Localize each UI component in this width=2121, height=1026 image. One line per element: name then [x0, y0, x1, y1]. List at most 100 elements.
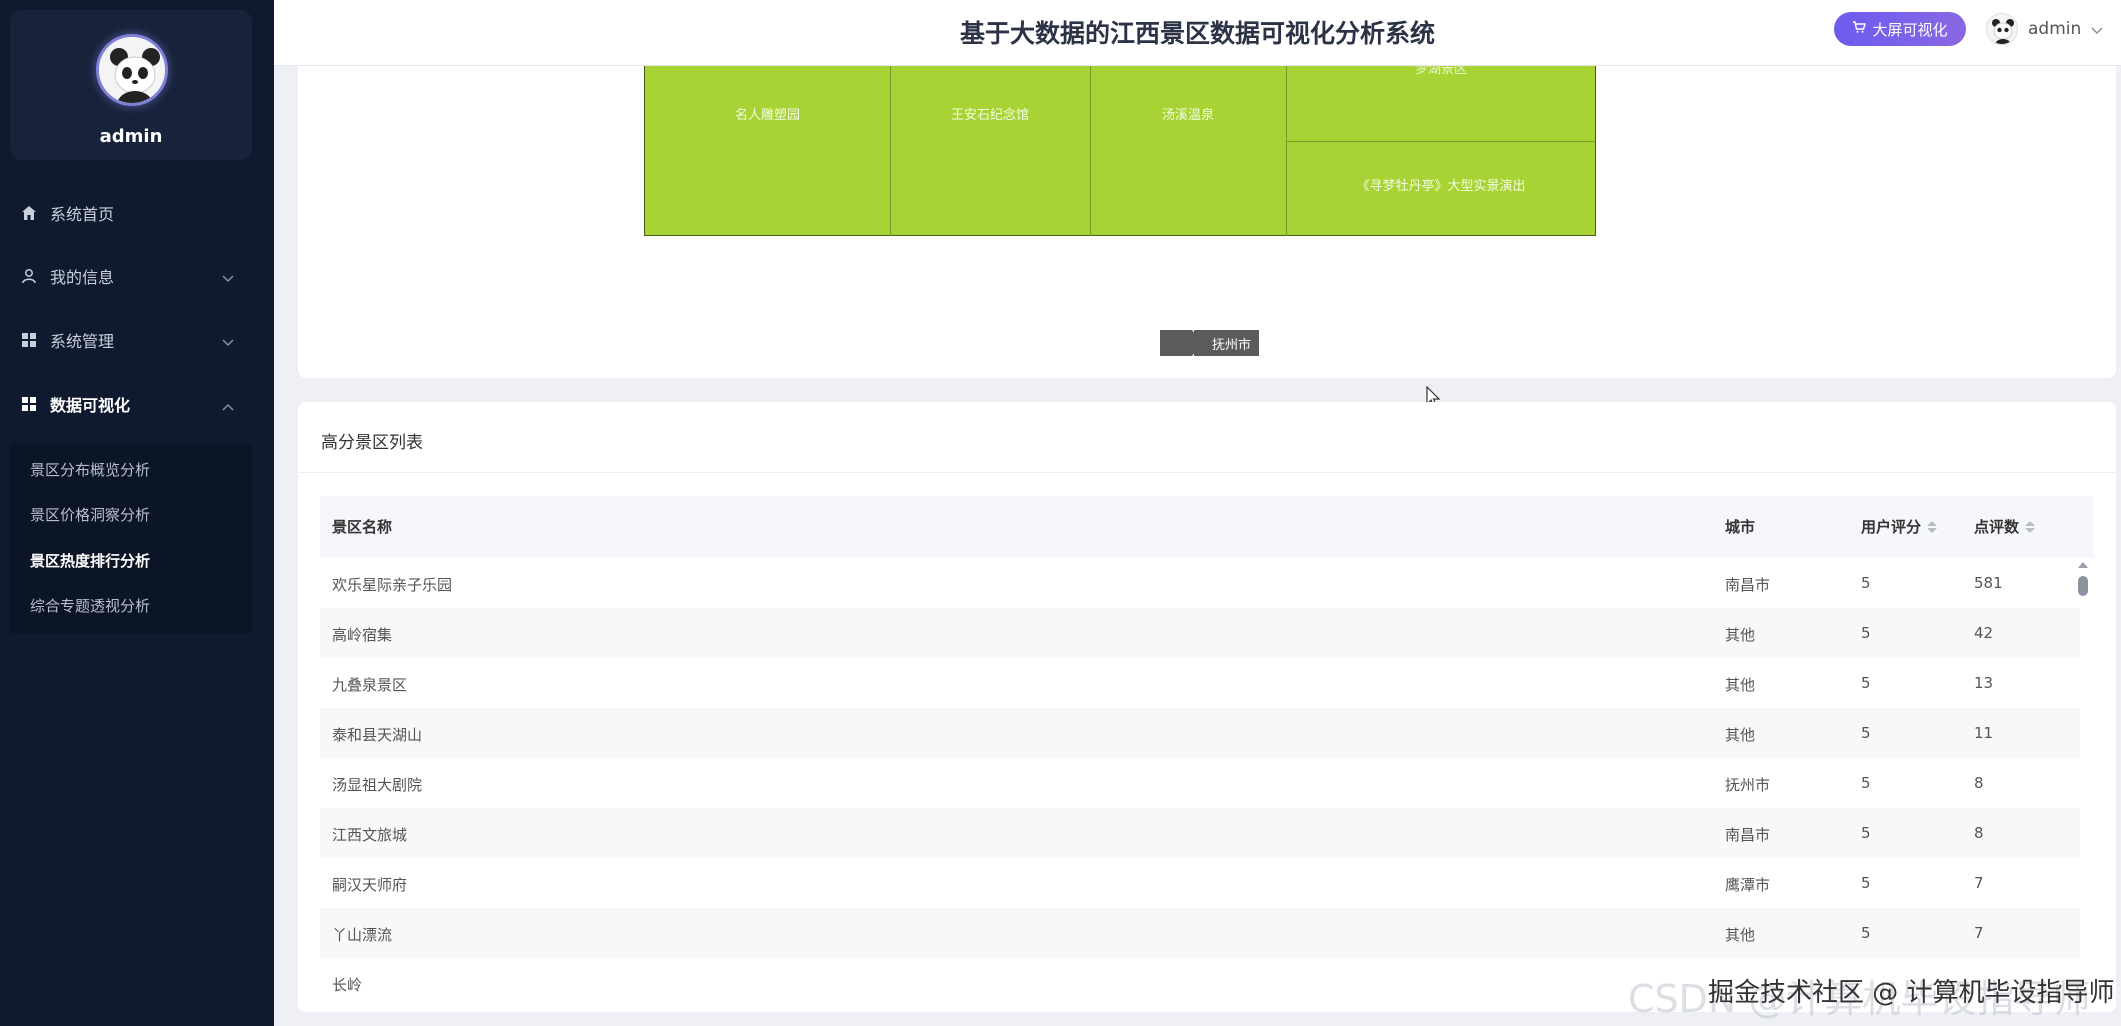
chevron-down-icon	[222, 332, 234, 351]
column-header-label: 用户评分	[1861, 518, 1922, 536]
sidebar-subitem-ranking[interactable]: 景区热度排行分析	[30, 550, 150, 571]
column-header-rating[interactable]: 用户评分	[1861, 516, 1938, 537]
sidebar-item-system-management[interactable]: 系统管理	[0, 320, 252, 360]
treemap-cell[interactable]: 王安石纪念馆	[890, 66, 1090, 236]
treemap-cell[interactable]: 《寻梦牡丹亭》大型实景演出	[1286, 141, 1596, 236]
sidebar-subitem-price[interactable]: 景区价格洞察分析	[30, 504, 150, 525]
table-row[interactable]: 欢乐星际亲子乐园 南昌市 5 581	[320, 558, 2080, 608]
column-header-city: 城市	[1725, 516, 1755, 537]
top-header: 基于大数据的江西景区数据可视化分析系统 大屏可视化 admin	[274, 0, 2121, 66]
table-cell: 泰和县天湖山	[332, 726, 423, 744]
table-cell: 8	[1974, 824, 1984, 842]
table-cell: 11	[1974, 724, 1994, 742]
table-cell: 其他	[1725, 676, 1756, 694]
big-screen-button[interactable]: 大屏可视化	[1834, 12, 1966, 46]
chevron-down-icon	[2091, 20, 2103, 39]
user-menu[interactable]: admin	[1986, 12, 2112, 46]
table-cell: 581	[1974, 574, 2003, 592]
table-cell: 长岭	[332, 976, 363, 994]
table-cell: 8	[1974, 774, 1984, 792]
breadcrumb-city[interactable]: 抚州市	[1194, 330, 1260, 356]
user-icon	[20, 267, 38, 285]
table-cell: 5	[1861, 724, 1871, 742]
treemap-cell[interactable]: 汤溪温泉	[1090, 66, 1286, 236]
table-row[interactable]: 江西文旅城 南昌市 5 8	[320, 808, 2080, 858]
table-cell: 鹰潭市	[1725, 876, 1771, 894]
column-header-label: 城市	[1725, 518, 1756, 536]
table-cell: 5	[1861, 574, 1871, 592]
table-cell: 7	[1974, 874, 1984, 892]
sort-icon[interactable]	[1927, 520, 1938, 533]
sidebar-item-label: 数据可视化	[50, 396, 131, 415]
table-cell: 5	[1861, 674, 1871, 692]
table-cell: 其他	[1725, 626, 1756, 644]
table-title: 高分景区列表	[321, 433, 423, 453]
watermark-front: 掘金技术社区 @ 计算机毕设指导师	[1708, 978, 2115, 1008]
scrollbar-thumb[interactable]	[2078, 576, 2088, 596]
table-cell: 欢乐星际亲子乐园	[332, 576, 453, 594]
column-header-label: 点评数	[1974, 518, 2020, 536]
table-row[interactable]: 汤显祖大剧院 抚州市 5 8	[320, 758, 2080, 808]
avatar[interactable]	[96, 34, 168, 106]
column-header-label: 景区名称	[332, 518, 393, 536]
scroll-up-icon[interactable]	[2078, 562, 2088, 568]
table-header: 景区名称 城市 用户评分 点评数	[320, 496, 2094, 558]
sidebar-item-label: 系统首页	[50, 205, 115, 224]
sidebar-item-my-info[interactable]: 我的信息	[0, 256, 252, 296]
sort-icon[interactable]	[2025, 520, 2036, 533]
table-scrollbar[interactable]	[2078, 562, 2088, 602]
chevron-down-icon	[222, 268, 234, 287]
watermark: CSDN @计算机毕设指导师 掘金技术社区 @ 计算机毕设指导师	[1628, 968, 2115, 1023]
big-screen-label: 大屏可视化	[1872, 20, 1948, 39]
table-cell: 5	[1861, 924, 1871, 942]
table-cell: 丫山漂流	[332, 926, 393, 944]
table-cell: 5	[1861, 624, 1871, 642]
column-header-reviews[interactable]: 点评数	[1974, 516, 2036, 537]
table-cell: 高岭宿集	[332, 626, 393, 644]
table-cell: 嗣汉天师府	[332, 876, 408, 894]
table-cell: 5	[1861, 824, 1871, 842]
grid-icon	[20, 395, 38, 413]
divider	[298, 472, 2116, 473]
table-body: 欢乐星际亲子乐园 南昌市 5 581 高岭宿集 其他 5 42 九叠泉景区 其他 5 13 泰和县天湖山…	[320, 558, 2080, 1008]
table-row[interactable]: 九叠泉景区 其他 5 13	[320, 658, 2080, 708]
table-cell: 5	[1861, 774, 1871, 792]
table-cell: 其他	[1725, 726, 1756, 744]
table-row[interactable]: 嗣汉天师府 鹰潭市 5 7	[320, 858, 2080, 908]
table-cell: 南昌市	[1725, 826, 1771, 844]
sidebar: admin 系统首页 我的信息 系统管理 数据可视化 景区分布概览分析 景区价格…	[0, 0, 274, 1026]
table-cell: 江西文旅城	[332, 826, 408, 844]
sidebar-item-home[interactable]: 系统首页	[0, 193, 252, 233]
sidebar-subitem-distribution[interactable]: 景区分布概览分析	[30, 459, 150, 480]
panda-avatar-icon	[1987, 14, 2017, 44]
sidebar-item-data-visualization[interactable]: 数据可视化	[0, 384, 252, 424]
header-user-name: admin	[2028, 19, 2082, 39]
panda-avatar-icon	[99, 37, 165, 103]
table-cell: 抚州市	[1725, 776, 1771, 794]
table-row[interactable]: 丫山漂流 其他 5 7	[320, 908, 2080, 958]
chevron-up-icon	[222, 396, 234, 415]
table-cell: 南昌市	[1725, 576, 1771, 594]
high-score-table-card: 高分景区列表 景区名称 城市 用户评分 点评数 欢乐星际亲子乐园 南昌市 5 581 高…	[298, 402, 2116, 1012]
table-cell: 九叠泉景区	[332, 676, 408, 694]
table-row[interactable]: 高岭宿集 其他 5 42	[320, 608, 2080, 658]
home-icon	[20, 204, 38, 222]
treemap-card: 名人雕塑园 王安石纪念馆 汤溪温泉 梦湖景区 《寻梦牡丹亭》大型实景演出 抚州市	[298, 66, 2116, 378]
column-header-name: 景区名称	[332, 516, 392, 537]
table-cell: 13	[1974, 674, 1994, 692]
cart-icon	[1852, 20, 1867, 38]
treemap-cell[interactable]: 名人雕塑园	[645, 66, 890, 236]
table-row[interactable]: 泰和县天湖山 其他 5 11	[320, 708, 2080, 758]
treemap-breadcrumb: 抚州市	[1160, 330, 1260, 356]
table-cell: 7	[1974, 924, 1984, 942]
sidebar-subitem-topic[interactable]: 综合专题透视分析	[30, 595, 150, 616]
avatar	[1986, 13, 2018, 45]
profile-card: admin	[10, 10, 252, 160]
table-cell: 汤显祖大剧院	[332, 776, 423, 794]
profile-name: admin	[99, 126, 163, 147]
treemap-cell[interactable]: 梦湖景区	[1286, 66, 1596, 141]
grid-icon	[20, 331, 38, 349]
sidebar-item-label: 我的信息	[50, 268, 115, 287]
table-cell: 其他	[1725, 926, 1756, 944]
breadcrumb-root[interactable]	[1160, 330, 1202, 356]
